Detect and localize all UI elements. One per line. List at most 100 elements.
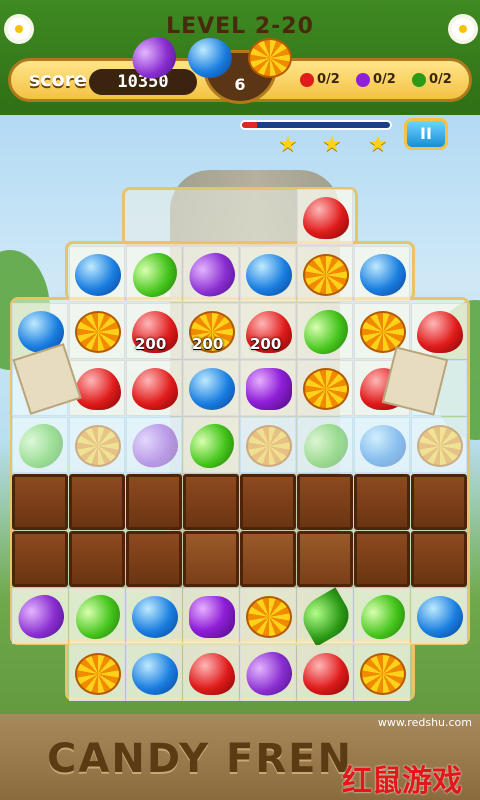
- chocolate-block[interactable]: [297, 474, 353, 530]
- leaf-candy-icon[interactable]: [295, 587, 357, 647]
- chocolate-block[interactable]: [411, 531, 467, 587]
- purple-candy-icon[interactable]: [240, 646, 298, 702]
- blue-candy-icon[interactable]: [360, 425, 406, 467]
- blue-candy-icon[interactable]: [132, 596, 178, 638]
- board-cell[interactable]: [240, 417, 296, 473]
- board-cell[interactable]: [126, 645, 182, 701]
- board-cell[interactable]: [182, 417, 242, 475]
- board-cell[interactable]: [126, 360, 182, 416]
- green-candy-icon[interactable]: [68, 588, 128, 646]
- green-candy-icon[interactable]: [125, 246, 185, 304]
- orange-candy-icon[interactable]: [246, 596, 292, 638]
- board-cell[interactable]: [240, 360, 296, 416]
- board-cell[interactable]: [297, 189, 353, 245]
- grape-candy-icon[interactable]: [189, 596, 235, 638]
- score-progress-fill: [242, 122, 257, 128]
- red-candy-icon[interactable]: [417, 311, 463, 353]
- chocolate-block[interactable]: [126, 531, 182, 587]
- board-cell[interactable]: [183, 588, 239, 644]
- blue-candy-icon[interactable]: [360, 254, 406, 296]
- board-cell[interactable]: [125, 246, 185, 304]
- board-cell[interactable]: [183, 645, 239, 701]
- orange-candy-icon[interactable]: [75, 311, 121, 353]
- chocolate-block[interactable]: [411, 474, 467, 530]
- goal-leaf: 0/2: [412, 72, 452, 92]
- board-cell[interactable]: [240, 588, 296, 644]
- red-candy-icon[interactable]: [75, 368, 121, 410]
- chocolate-block[interactable]: [240, 474, 296, 530]
- purple-candy-icon[interactable]: [12, 589, 70, 645]
- board-cell[interactable]: [297, 246, 353, 302]
- score-label: score: [29, 69, 87, 91]
- board-cell[interactable]: [296, 303, 356, 361]
- board-cell[interactable]: [240, 645, 298, 702]
- green-candy-icon[interactable]: [11, 417, 71, 475]
- orange-candy-icon[interactable]: [360, 653, 406, 695]
- red-candy-icon[interactable]: [189, 653, 235, 695]
- blue-candy-icon[interactable]: [246, 254, 292, 296]
- blue-candy-icon[interactable]: [417, 596, 463, 638]
- board-cell[interactable]: [183, 246, 241, 303]
- chocolate-block[interactable]: [69, 531, 125, 587]
- leaf-candy-icon: [412, 72, 426, 87]
- chocolate-block[interactable]: [354, 531, 410, 587]
- board-cell[interactable]: [295, 587, 357, 647]
- board-cell[interactable]: [12, 588, 70, 645]
- purple-candy-icon[interactable]: [126, 418, 184, 474]
- site-watermark: www.redshu.com 红鼠游戏: [318, 716, 478, 800]
- board-cell[interactable]: [354, 645, 410, 701]
- chocolate-block[interactable]: [12, 531, 68, 587]
- goal-strawberry: 0/2: [300, 72, 340, 92]
- orange-candy-icon[interactable]: [303, 368, 349, 410]
- board-cell[interactable]: [296, 417, 356, 475]
- pause-button[interactable]: II: [404, 118, 448, 150]
- blue-candy-icon[interactable]: [75, 254, 121, 296]
- strawberry-icon: [300, 72, 314, 87]
- board-cell[interactable]: [240, 246, 296, 302]
- orange-candy-icon[interactable]: [246, 425, 292, 467]
- board-cell[interactable]: [126, 417, 184, 474]
- board-cell[interactable]: [297, 645, 353, 701]
- green-candy-icon[interactable]: [353, 588, 413, 646]
- red-candy-icon[interactable]: [303, 197, 349, 239]
- chocolate-block[interactable]: [126, 474, 182, 530]
- chocolate-block[interactable]: [297, 531, 353, 587]
- grape-candy-icon[interactable]: [246, 368, 292, 410]
- board-cell[interactable]: [69, 417, 125, 473]
- blue-candy-icon[interactable]: [189, 368, 235, 410]
- goal-count: 0/2: [429, 72, 452, 87]
- board-cell[interactable]: [353, 588, 413, 646]
- orange-candy-icon[interactable]: [303, 254, 349, 296]
- score-popup: 200: [250, 335, 282, 353]
- chocolate-block[interactable]: [354, 474, 410, 530]
- board-cell[interactable]: [354, 417, 410, 473]
- purple-candy-icon[interactable]: [183, 247, 241, 303]
- board-cell[interactable]: [297, 360, 353, 416]
- red-candy-icon[interactable]: [132, 368, 178, 410]
- chocolate-block[interactable]: [240, 531, 296, 587]
- board-cell[interactable]: [69, 246, 125, 302]
- blue-candy-icon[interactable]: [132, 653, 178, 695]
- board-cell[interactable]: [354, 246, 410, 302]
- board-cell[interactable]: [69, 645, 125, 701]
- board-cell[interactable]: [68, 588, 128, 646]
- chocolate-block[interactable]: [69, 474, 125, 530]
- green-candy-icon[interactable]: [296, 303, 356, 361]
- orange-candy-icon[interactable]: [417, 425, 463, 467]
- green-candy-icon[interactable]: [182, 417, 242, 475]
- board-cell[interactable]: [411, 303, 467, 359]
- board-cell[interactable]: [183, 360, 239, 416]
- chocolate-block[interactable]: [12, 474, 68, 530]
- board-cell[interactable]: [411, 417, 467, 473]
- orange-candy-icon[interactable]: [75, 425, 121, 467]
- board-cell[interactable]: [11, 417, 71, 475]
- orange-candy-icon[interactable]: [75, 653, 121, 695]
- green-candy-icon[interactable]: [296, 417, 356, 475]
- board-cell[interactable]: [69, 303, 125, 359]
- board-cell[interactable]: [411, 588, 467, 644]
- top-hud: LEVEL 2-20 score 10350 6 0/2 0/2 0/2: [0, 0, 480, 115]
- red-candy-icon[interactable]: [303, 653, 349, 695]
- chocolate-block[interactable]: [183, 531, 239, 587]
- chocolate-block[interactable]: [183, 474, 239, 530]
- board-cell[interactable]: [126, 588, 182, 644]
